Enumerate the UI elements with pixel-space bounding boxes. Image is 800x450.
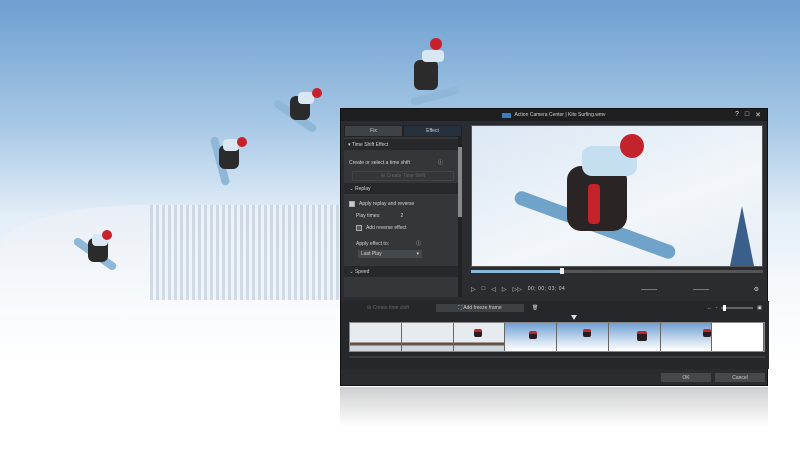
playback-controls: ▷ □ ◁ ▷ ▷▷ 00; 00; 03; 04 ⚙ xyxy=(465,281,765,297)
title-bar: Action Camera Center | Kite Surfing.wmv … xyxy=(341,109,767,121)
add-freeze-frame-button[interactable]: ⛶ Add freeze frame xyxy=(436,304,524,312)
zoom-in-icon[interactable]: ▣ xyxy=(757,305,762,311)
video-preview xyxy=(471,125,763,267)
apply-replay-label: Apply replay and reverse xyxy=(359,201,415,207)
reverse-effect-label: Add reverse effect xyxy=(366,225,407,231)
close-button[interactable]: ✕ xyxy=(755,111,761,119)
seek-progress xyxy=(471,270,562,273)
snowy-forest xyxy=(150,205,350,300)
panel-scrollbar[interactable] xyxy=(458,137,462,297)
zoom-out-icon[interactable]: - xyxy=(716,305,718,311)
section-label: Time Shift Effect xyxy=(351,141,389,148)
tab-effect[interactable]: Effect xyxy=(403,125,462,137)
thumbnail xyxy=(557,323,609,351)
tab-fix[interactable]: Fix xyxy=(344,125,403,137)
section-time-shift[interactable]: ▾ Time Shift Effect xyxy=(344,139,462,150)
info-icon[interactable]: ⓘ xyxy=(416,240,421,247)
create-time-shift-button[interactable]: ⊞ Create Time Shift xyxy=(352,171,454,181)
dropdown-value: Last Play xyxy=(361,251,382,257)
timecode: 00; 00; 03; 04 xyxy=(527,286,566,292)
play-icon[interactable]: ▷ xyxy=(471,286,476,293)
action-camera-window: Action Camera Center | Kite Surfing.wmv … xyxy=(340,108,769,386)
chevron-down-icon: ⌄ xyxy=(348,268,355,275)
seek-handle[interactable] xyxy=(559,268,564,274)
previous-frame-icon[interactable]: ◁ xyxy=(491,286,496,293)
window-reflection xyxy=(340,387,768,427)
fit-icon[interactable]: ↔ xyxy=(707,305,712,311)
stop-icon[interactable]: □ xyxy=(482,286,486,292)
maximize-button[interactable]: □ xyxy=(745,111,749,119)
section-replay[interactable]: ⌄ Replay xyxy=(344,183,462,194)
apply-replay-checkbox[interactable] xyxy=(349,201,355,207)
trash-icon[interactable]: 🗑 xyxy=(532,305,538,311)
thumbnail-strip[interactable] xyxy=(349,322,765,352)
time-shift-prompt: Create or select a time shift xyxy=(349,159,410,166)
effect-panel: Fix Effect ▾ Time Shift Effect Create or… xyxy=(344,125,462,297)
timeline-zoom: ↔ - ▣ xyxy=(707,305,762,311)
create-time-shift-button[interactable]: ⊞ Create time shift xyxy=(348,304,428,312)
timeline-scrollbar[interactable] xyxy=(349,356,765,358)
cancel-button[interactable]: Cancel xyxy=(715,373,765,382)
gear-icon[interactable]: ⚙ xyxy=(754,286,759,293)
window-title: Action Camera Center | Kite Surfing.wmv xyxy=(514,112,606,118)
thumbnail xyxy=(660,323,713,351)
button-label: Add freeze frame xyxy=(463,305,502,311)
button-label: Create time shift xyxy=(372,305,409,311)
thumbnail xyxy=(453,323,506,351)
thumbnail xyxy=(712,323,764,351)
section-speed[interactable]: ⌄ Speed xyxy=(344,266,462,277)
seek-bar[interactable] xyxy=(471,268,763,274)
thumbnail xyxy=(608,323,661,351)
reverse-effect-checkbox[interactable] xyxy=(356,225,362,231)
info-icon[interactable]: ⓘ xyxy=(438,159,443,166)
thumbnail xyxy=(401,323,454,351)
next-frame-icon[interactable]: ▷ xyxy=(502,286,507,293)
speed-slider[interactable] xyxy=(693,288,710,290)
apply-to-label: Apply effect to: xyxy=(356,240,389,247)
thumbnail xyxy=(350,323,402,351)
playhead-marker[interactable] xyxy=(571,315,577,320)
ok-button[interactable]: OK xyxy=(661,373,711,382)
volume-slider[interactable] xyxy=(641,288,658,290)
play-times-value[interactable]: 2 xyxy=(400,213,403,219)
timeline: ⊞ Create time shift ⛶ Add freeze frame 🗑… xyxy=(341,301,769,369)
thumbnail xyxy=(505,323,557,351)
fast-forward-icon[interactable]: ▷▷ xyxy=(513,286,522,293)
section-label: Replay xyxy=(354,185,371,192)
help-button[interactable]: ? xyxy=(735,111,739,119)
apply-to-dropdown[interactable]: Last Play ▾ xyxy=(358,250,422,258)
section-label: Speed xyxy=(354,268,370,275)
chevron-down-icon: ⌄ xyxy=(348,185,355,192)
app-logo-icon xyxy=(502,112,512,118)
button-label: Create Time Shift xyxy=(386,173,426,179)
caret-down-icon: ▾ xyxy=(416,251,419,257)
zoom-slider[interactable] xyxy=(721,305,754,311)
play-times-label: Play times: xyxy=(356,213,381,219)
